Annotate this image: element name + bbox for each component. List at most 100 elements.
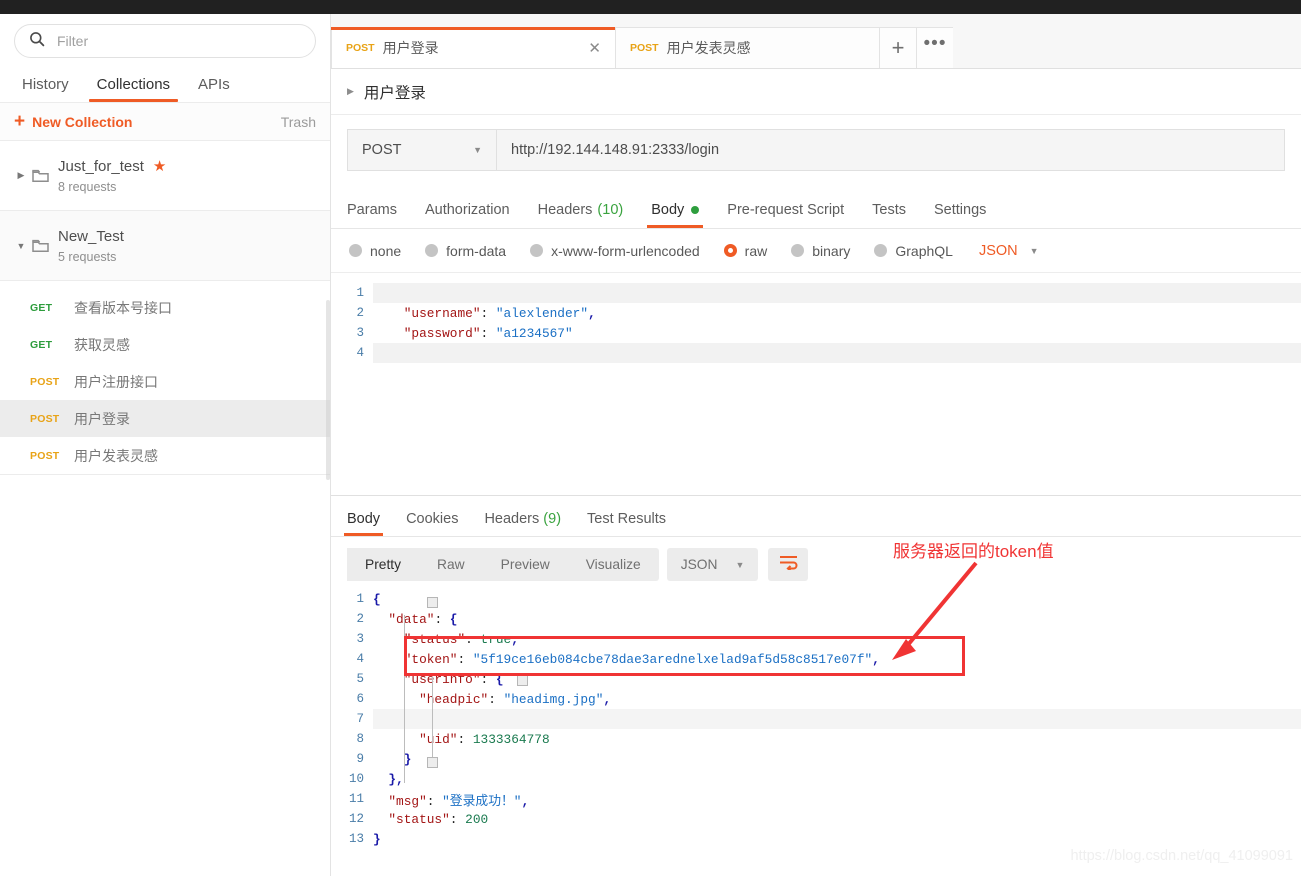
tab-label: 用户登录	[382, 40, 439, 56]
chevron-right-icon[interactable]: ▶	[347, 86, 354, 97]
response-body-editor[interactable]: 1 { 2 "data": { 3 "status": true, 4 "tok…	[331, 581, 1301, 849]
tab-headers-label: Headers	[537, 202, 593, 218]
code-line: 5 "userinfo": {	[339, 669, 1301, 689]
line-text: }	[373, 751, 412, 767]
chevron-down-icon: ▼	[473, 145, 482, 155]
body-type-graphql[interactable]: GraphQL	[874, 243, 953, 259]
new-tab-button[interactable]: +	[879, 27, 917, 68]
line-text: },	[373, 771, 404, 787]
body-type-label: form-data	[446, 242, 507, 259]
tab-authorization[interactable]: Authorization	[425, 202, 510, 228]
tab-pre-request-script[interactable]: Pre-request Script	[727, 202, 844, 228]
response-tab-test-results[interactable]: Test Results	[587, 511, 666, 536]
body-type-none[interactable]: none	[349, 243, 401, 259]
sidebar-scrollbar[interactable]	[326, 300, 330, 480]
search-input[interactable]: Filter	[14, 24, 316, 58]
word-wrap-button[interactable]	[768, 548, 809, 581]
body-type-raw[interactable]: raw	[723, 243, 767, 259]
line-number: 2	[356, 306, 364, 320]
line-number: 5	[356, 672, 364, 686]
sidebar-tab-apis[interactable]: APIs	[184, 66, 244, 102]
url-value: http://192.144.148.91:2333/login	[511, 142, 720, 158]
trash-button[interactable]: Trash	[281, 114, 316, 130]
request-item-register[interactable]: POST 用户注册接口	[0, 363, 330, 400]
body-type-label: x-www-form-urlencoded	[551, 242, 700, 259]
star-icon[interactable]: ★	[153, 157, 166, 175]
method-badge: POST	[30, 449, 60, 462]
code-line: 10 },	[339, 769, 1301, 789]
line-number: 1	[356, 592, 364, 606]
sidebar-tab-collections[interactable]: Collections	[83, 66, 184, 102]
response-pane: Body Cookies Headers (9) Test Results Pr…	[331, 495, 1301, 876]
response-tab-body[interactable]: Body	[343, 511, 384, 536]
tab-tests[interactable]: Tests	[872, 202, 906, 228]
body-format-value: JSON	[978, 242, 1018, 259]
line-text: "token": "5f19ce16eb084cbe78dae3arednelx…	[403, 651, 880, 667]
collection-name: Just_for_test	[58, 157, 144, 175]
request-tab-login[interactable]: POST 用户登录 ✕	[331, 27, 616, 68]
code-line: 2 "username": "alexlender",	[339, 303, 1301, 323]
code-line: 3 "password": "a1234567"	[339, 323, 1301, 343]
response-tab-headers[interactable]: Headers (9)	[484, 511, 561, 536]
collection-new-test[interactable]: ▼ New_Test 5 requests	[0, 211, 330, 281]
view-mode-preview[interactable]: Preview	[483, 548, 568, 581]
http-method-value: POST	[362, 142, 402, 158]
code-line: 8 "uid": 1333364778	[339, 729, 1301, 749]
tab-headers[interactable]: Headers (10)	[538, 202, 624, 228]
filter-wrapper: Filter	[0, 14, 330, 66]
tab-strip-filler	[953, 27, 1301, 68]
code-line: 4 "token": "5f19ce16eb084cbe78dae3aredne…	[339, 649, 1301, 669]
request-body-editor[interactable]: 1 { 2 "username": "alexlender", 3 "passw…	[331, 273, 1301, 448]
request-item-get-inspiration[interactable]: GET 获取灵感	[0, 326, 330, 363]
tab-settings[interactable]: Settings	[934, 202, 986, 228]
line-text: "password": "a1234567"	[403, 325, 573, 341]
chevron-down-icon: ▼	[735, 559, 745, 570]
body-type-label: GraphQL	[895, 242, 953, 259]
body-format-select[interactable]: JSON ▼	[979, 243, 1039, 259]
response-headers-label: Headers	[484, 511, 540, 527]
folder-icon	[32, 169, 58, 183]
body-type-urlencoded[interactable]: x-www-form-urlencoded	[530, 243, 700, 259]
line-number: 4	[356, 346, 364, 360]
body-type-selector: none form-data x-www-form-urlencoded raw…	[331, 229, 1301, 273]
more-options-icon[interactable]: •••	[916, 27, 954, 68]
collection-just-for-test[interactable]: ▶ Just_for_test ★ 8 requests	[0, 141, 330, 211]
line-text: "headpic": "headimg.jpg",	[419, 691, 612, 707]
chevron-down-icon[interactable]: ▼	[10, 241, 32, 251]
sidebar-tab-history[interactable]: History	[8, 66, 83, 102]
request-tab-post-inspiration[interactable]: POST 用户发表灵感	[615, 27, 880, 68]
response-tabs: Body Cookies Headers (9) Test Results	[331, 496, 1301, 537]
request-item-login[interactable]: POST 用户登录	[0, 400, 330, 437]
line-number: 12	[348, 812, 364, 826]
close-icon[interactable]: ✕	[558, 39, 601, 57]
response-format-value: JSON	[680, 557, 718, 572]
word-wrap-icon	[779, 555, 798, 575]
line-number: 6	[356, 692, 364, 706]
view-mode-pretty[interactable]: Pretty	[347, 548, 420, 581]
response-tab-cookies[interactable]: Cookies	[406, 511, 458, 536]
url-input[interactable]: http://192.144.148.91:2333/login	[497, 129, 1285, 171]
method-badge: POST	[346, 42, 375, 54]
request-name: 获取灵感	[74, 336, 130, 353]
request-item-post-inspiration[interactable]: POST 用户发表灵感	[0, 437, 330, 474]
body-type-binary[interactable]: binary	[791, 243, 850, 259]
code-line: 6 "headpic": "headimg.jpg",	[339, 689, 1301, 709]
line-text: "status": true,	[403, 631, 519, 647]
body-type-form-data[interactable]: form-data	[425, 243, 506, 259]
code-line: 9 }	[339, 749, 1301, 769]
request-item-version[interactable]: GET 查看版本号接口	[0, 289, 330, 326]
new-collection-button[interactable]: + New Collection	[14, 112, 132, 131]
view-mode-visualize[interactable]: Visualize	[568, 548, 659, 581]
http-method-select[interactable]: POST ▼	[347, 129, 497, 171]
response-format-select[interactable]: JSON ▼	[666, 548, 759, 581]
url-bar: POST ▼ http://192.144.148.91:2333/login	[331, 115, 1301, 171]
radio-icon	[791, 244, 805, 257]
tab-params[interactable]: Params	[347, 202, 397, 228]
line-text: "data": {	[388, 611, 458, 627]
line-text: }	[373, 831, 381, 847]
tab-body[interactable]: Body	[647, 202, 704, 228]
code-line: 12 "status": 200	[339, 809, 1301, 829]
request-name: 用户发表灵感	[74, 447, 158, 464]
view-mode-raw[interactable]: Raw	[419, 548, 483, 581]
chevron-right-icon[interactable]: ▶	[10, 170, 32, 181]
